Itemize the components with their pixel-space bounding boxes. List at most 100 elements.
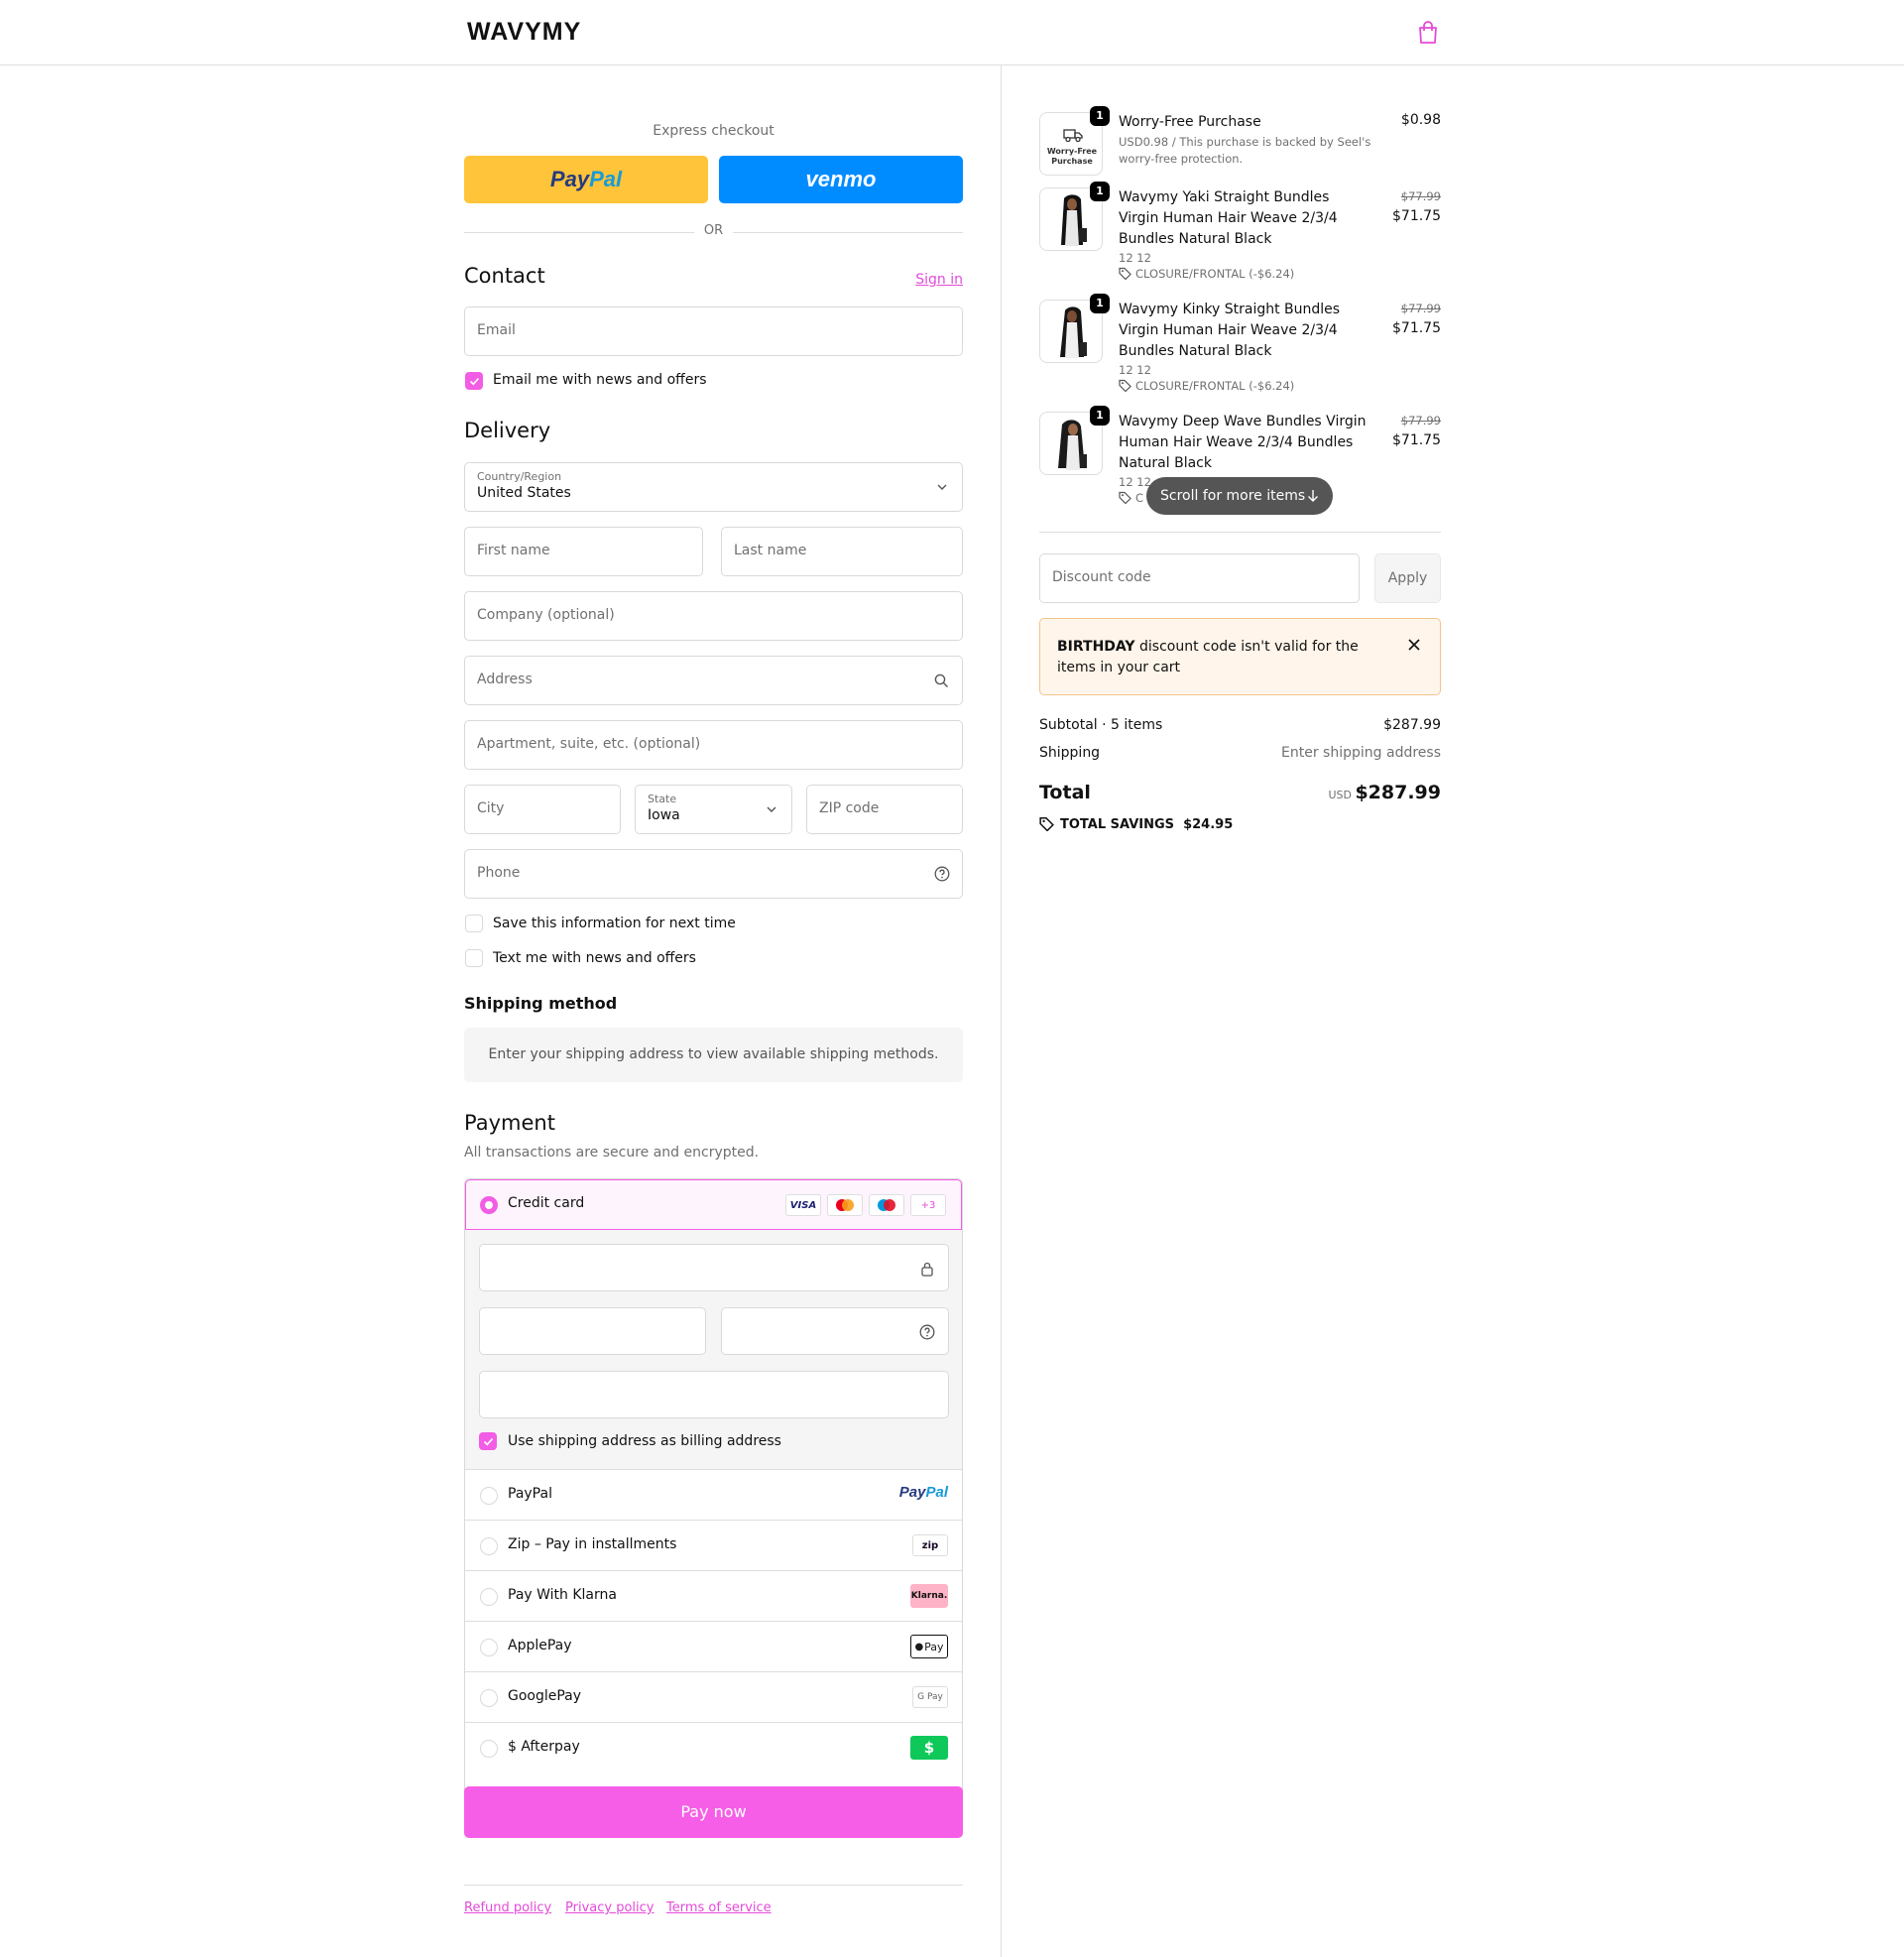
expiration-date-field[interactable] xyxy=(479,1307,706,1355)
city-field[interactable]: City xyxy=(464,785,621,834)
item-name: Wavymy Yaki Straight Bundles Virgin Huma… xyxy=(1119,189,1338,247)
chevron-down-icon xyxy=(767,806,776,812)
shipping-method-note: Enter your shipping address to view avai… xyxy=(464,1028,963,1082)
discount-warning-banner: BIRTHDAY discount code isn't valid for t… xyxy=(1039,618,1441,695)
sign-in-link[interactable]: Sign in xyxy=(915,272,963,288)
zip-code-field[interactable]: ZIP code xyxy=(806,785,963,834)
help-circle-icon[interactable] xyxy=(934,866,950,882)
billing-address-label: Use shipping address as billing address xyxy=(508,1433,781,1449)
credit-card-radio[interactable] xyxy=(480,1196,498,1214)
save-info-checkbox[interactable] xyxy=(465,915,483,932)
close-icon[interactable] xyxy=(1408,639,1420,651)
help-circle-icon[interactable] xyxy=(919,1324,935,1340)
save-info-label: Save this information for next time xyxy=(493,916,736,931)
klarna-option[interactable]: Pay With Klarna Klarna. xyxy=(465,1570,962,1621)
newsletter-checkbox[interactable] xyxy=(465,372,483,390)
googlepay-radio[interactable] xyxy=(480,1689,498,1707)
company-field[interactable]: Company (optional) xyxy=(464,591,963,641)
item-price: $71.75 xyxy=(1392,432,1441,448)
applepay-option[interactable]: ApplePay ● Pay xyxy=(465,1621,962,1671)
lock-icon xyxy=(921,1262,933,1277)
email-field[interactable]: Email xyxy=(464,306,963,356)
cart-items-list[interactable]: Worry-Free Purchase 1 Worry-Free Purchas… xyxy=(1039,101,1441,528)
state-select[interactable]: State Iowa xyxy=(635,785,792,834)
item-thumbnail: 1 xyxy=(1039,294,1110,363)
contact-heading: Contact xyxy=(464,264,545,288)
klarna-logo-icon: Klarna. xyxy=(910,1584,948,1608)
applepay-radio[interactable] xyxy=(480,1639,498,1656)
tag-icon xyxy=(1119,379,1131,393)
item-price: $71.75 xyxy=(1392,208,1441,224)
privacy-policy-link[interactable]: Privacy policy xyxy=(565,1900,654,1915)
site-header: WAVYMY xyxy=(0,0,1904,65)
item-price: $0.98 xyxy=(1400,112,1441,128)
item-variant: 12 12 xyxy=(1119,251,1151,265)
payment-heading: Payment xyxy=(464,1111,555,1135)
payment-methods: Credit card VISA +3 Use shipping address… xyxy=(464,1178,963,1838)
zip-option[interactable]: Zip – Pay in installments zip xyxy=(465,1520,962,1570)
zip-radio[interactable] xyxy=(480,1537,498,1555)
express-checkout-title: Express checkout xyxy=(653,123,774,139)
discount-warning-text: BIRTHDAY discount code isn't valid for t… xyxy=(1057,639,1359,675)
terms-of-service-link[interactable]: Terms of service xyxy=(666,1900,772,1915)
shipping-value: Enter shipping address xyxy=(1281,745,1441,761)
total-savings-row: TOTAL SAVINGS $24.95 xyxy=(1039,816,1441,832)
item-variant: 12 12 xyxy=(1119,363,1151,377)
text-offers-checkbox[interactable] xyxy=(465,949,483,967)
paypal-radio[interactable] xyxy=(480,1487,498,1505)
shipping-row: Shipping Enter shipping address xyxy=(1039,745,1441,761)
store-logo[interactable]: WAVYMY xyxy=(467,18,581,47)
mastercard-icon xyxy=(827,1194,863,1216)
total-value: $287.99 xyxy=(1355,782,1441,803)
total-savings-value: $24.95 xyxy=(1183,817,1234,832)
paypal-logo: PayPal xyxy=(549,167,623,191)
apartment-field[interactable]: Apartment, suite, etc. (optional) xyxy=(464,720,963,770)
item-thumbnail: Worry-Free Purchase 1 xyxy=(1039,106,1110,176)
country-select[interactable]: Country/Region United States xyxy=(464,462,963,512)
security-code-field[interactable] xyxy=(721,1307,949,1355)
afterpay-option[interactable]: $ Afterpay $ xyxy=(465,1722,962,1773)
or-divider: OR xyxy=(464,222,963,242)
item-name: Wavymy Deep Wave Bundles Virgin Human Ha… xyxy=(1119,414,1367,471)
billing-address-checkbox[interactable] xyxy=(479,1432,497,1450)
venmo-express-button[interactable]: venmo xyxy=(719,156,963,203)
paypal-logo: PayPal xyxy=(898,1484,948,1501)
scroll-more-items-button[interactable]: Scroll for more items xyxy=(1146,477,1333,515)
name-on-card-field[interactable] xyxy=(479,1371,949,1418)
quantity-badge: 1 xyxy=(1090,106,1110,126)
refund-policy-link[interactable]: Refund policy xyxy=(464,1900,551,1915)
item-discount: CLOSURE/FRONTAL (-$6.24) xyxy=(1119,266,1294,283)
quantity-badge: 1 xyxy=(1090,406,1110,426)
card-number-field[interactable] xyxy=(479,1244,949,1291)
product-photo-icon xyxy=(1058,420,1087,470)
delivery-heading: Delivery xyxy=(464,419,551,442)
klarna-radio[interactable] xyxy=(480,1588,498,1606)
subtotal-row: Subtotal · 5 items $287.99 xyxy=(1039,717,1441,733)
credit-card-option[interactable]: Credit card VISA +3 xyxy=(465,1179,962,1230)
first-name-field[interactable]: First name xyxy=(464,527,703,576)
apply-discount-button[interactable]: Apply xyxy=(1374,553,1441,603)
discount-code-field[interactable]: Discount code xyxy=(1039,553,1360,603)
footer-divider xyxy=(464,1885,963,1886)
last-name-field[interactable]: Last name xyxy=(721,527,963,576)
venmo-logo: venmo xyxy=(805,167,877,191)
address-field[interactable]: Address xyxy=(464,656,963,705)
paypal-express-button[interactable]: PayPal xyxy=(464,156,708,203)
shopping-bag-icon[interactable] xyxy=(1416,20,1440,46)
tag-icon xyxy=(1039,816,1054,832)
item-name: Wavymy Kinky Straight Bundles Virgin Hum… xyxy=(1119,302,1341,359)
apple-pay-logo-icon: ● Pay xyxy=(910,1635,948,1658)
pay-now-button[interactable]: Pay now xyxy=(464,1786,963,1838)
cart-list-divider xyxy=(1039,532,1441,533)
delivery-truck-icon xyxy=(1063,129,1083,143)
phone-field[interactable]: Phone xyxy=(464,849,963,899)
product-photo-icon xyxy=(1060,306,1087,358)
item-price: $71.75 xyxy=(1392,320,1441,336)
paypal-option[interactable]: PayPal PayPal xyxy=(465,1469,962,1520)
more-cards-badge: +3 xyxy=(910,1194,946,1216)
google-pay-logo-icon: G Pay xyxy=(912,1686,948,1708)
chevron-down-icon xyxy=(937,484,947,490)
afterpay-radio[interactable] xyxy=(480,1740,498,1758)
item-name: Worry-Free Purchase xyxy=(1119,114,1261,130)
googlepay-option[interactable]: GooglePay G Pay xyxy=(465,1671,962,1722)
